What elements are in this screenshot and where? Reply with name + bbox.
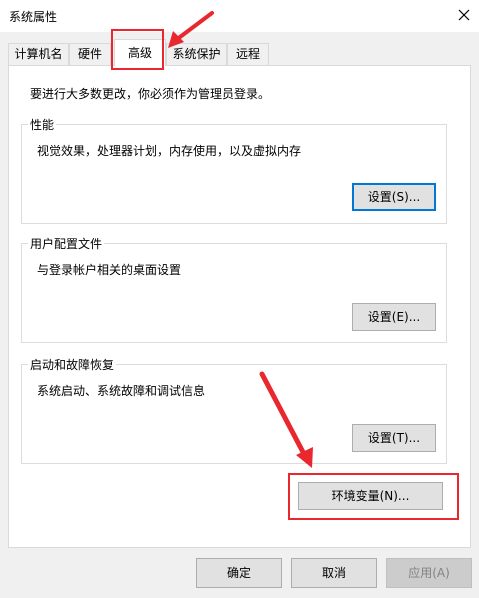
close-icon [458, 9, 470, 21]
user-profiles-settings-button[interactable]: 设置(E)... [352, 303, 436, 331]
startup-recovery-description: 系统启动、系统故障和调试信息 [37, 384, 206, 398]
performance-description: 视觉效果，处理器计划，内存使用，以及虚拟内存 [37, 144, 302, 158]
user-profiles-title: 用户配置文件 [28, 235, 105, 252]
ok-button[interactable]: 确定 [196, 558, 282, 588]
admin-notice: 要进行大多数更改，你必须作为管理员登录。 [30, 87, 271, 101]
title-bar [0, 0, 479, 32]
window-title: 系统属性 [9, 10, 58, 24]
startup-recovery-group: 启动和故障恢复 系统启动、系统故障和调试信息 设置(T)... [21, 356, 447, 464]
cancel-button[interactable]: 取消 [291, 558, 377, 588]
startup-recovery-title: 启动和故障恢复 [28, 356, 117, 373]
user-profiles-description: 与登录帐户相关的桌面设置 [37, 263, 182, 277]
user-profiles-group: 用户配置文件 与登录帐户相关的桌面设置 设置(E)... [21, 235, 447, 343]
performance-settings-button[interactable]: 设置(S)... [352, 183, 436, 211]
tab-computer-name[interactable]: 计算机名 [8, 43, 69, 65]
close-button[interactable] [452, 3, 476, 27]
performance-group: 性能 视觉效果，处理器计划，内存使用，以及虚拟内存 设置(S)... [21, 116, 447, 224]
advanced-panel: 要进行大多数更改，你必须作为管理员登录。 性能 视觉效果，处理器计划，内存使用，… [8, 65, 471, 548]
tab-advanced[interactable]: 高级 [114, 39, 166, 66]
tab-system-protection[interactable]: 系统保护 [166, 43, 227, 65]
environment-variables-button[interactable]: 环境变量(N)... [298, 482, 443, 510]
tab-hardware[interactable]: 硬件 [69, 43, 111, 65]
startup-recovery-settings-button[interactable]: 设置(T)... [352, 424, 436, 452]
performance-title: 性能 [28, 116, 57, 133]
tab-remote[interactable]: 远程 [227, 43, 269, 65]
apply-button[interactable]: 应用(A) [386, 558, 472, 588]
